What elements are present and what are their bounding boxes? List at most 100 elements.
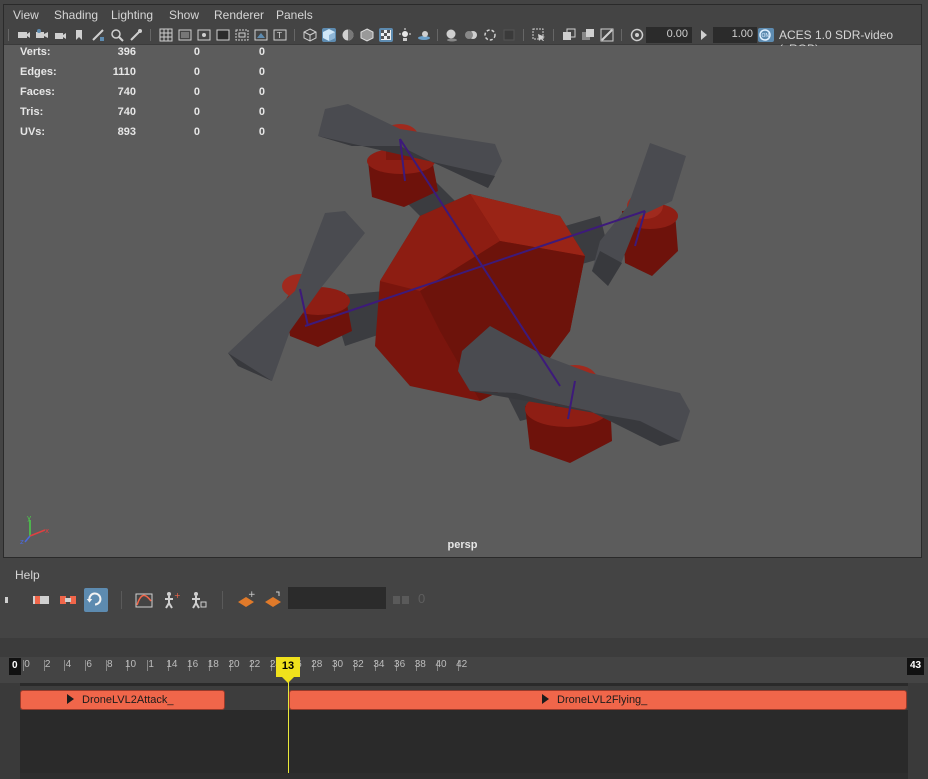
toolbar-separator (8, 29, 9, 41)
use-all-lights-icon[interactable] (398, 28, 412, 42)
toolbar-separator (294, 29, 295, 41)
clip-play-icon (67, 694, 74, 704)
ruler-tick-label: 40 (435, 659, 447, 670)
ruler-tick-label: 20 (228, 659, 240, 670)
menu-panels[interactable]: Panels (276, 8, 313, 22)
grid-icon[interactable] (159, 28, 173, 42)
trax-toolbar: + + 0 (0, 586, 928, 638)
animation-clip[interactable]: DroneLVL2Attack_ (20, 690, 225, 710)
safe-action-icon[interactable] (254, 28, 268, 42)
default-material-icon[interactable] (341, 28, 355, 42)
select-camera-icon[interactable] (17, 28, 31, 42)
bookmark-camera-icon[interactable] (53, 28, 67, 42)
menu-lighting[interactable]: Lighting (111, 8, 153, 22)
xray-active-components-icon[interactable] (600, 28, 614, 42)
animation-clip[interactable]: DroneLVL2Flying_ (289, 690, 907, 710)
field-chart-icon[interactable] (235, 28, 249, 42)
color-management-icon[interactable]: ON (758, 28, 774, 42)
3d-viewport[interactable]: Verts: 396 0 0 Edges: 1110 0 0 Faces: 74… (4, 46, 921, 557)
resolution-gate-icon[interactable] (197, 28, 211, 42)
time-ruler[interactable]: 0 43 02468101141618202224262830323436384… (0, 657, 928, 683)
xray-icon[interactable] (562, 28, 576, 42)
exposure-field[interactable]: 0.00 (646, 27, 692, 43)
exposure-icon[interactable] (630, 28, 644, 42)
bookmark-icon[interactable] (72, 28, 86, 42)
ruler-tick-label: 38 (414, 659, 426, 670)
menu-show[interactable]: Show (169, 8, 199, 22)
ghost-value-label: 0 (418, 591, 426, 606)
track-area[interactable]: DroneLVL2Attack_ DroneLVL2Flying_ (20, 683, 908, 773)
svg-text:+: + (174, 591, 181, 600)
anti-aliasing-icon[interactable] (483, 28, 497, 42)
ruler-tick-label: 6 (86, 659, 92, 670)
textured-icon[interactable] (379, 28, 393, 42)
xray-joints-icon[interactable] (581, 28, 595, 42)
cycle-icon[interactable] (84, 588, 108, 612)
y-axis-label: y (27, 516, 31, 522)
start-frame-marker[interactable]: 0 (9, 658, 21, 675)
menu-renderer[interactable]: Renderer (214, 8, 264, 22)
gamma-icon[interactable] (697, 28, 711, 42)
wireframe-on-shaded-icon[interactable] (360, 28, 374, 42)
shadows-icon[interactable] (417, 28, 431, 42)
grease-pencil-icon[interactable] (110, 28, 124, 42)
trax-timeline[interactable]: 0 43 02468101141618202224262830323436384… (0, 657, 928, 779)
track-gutter-right (908, 683, 928, 779)
character-add-icon[interactable]: + (160, 589, 182, 611)
smooth-shade-icon[interactable] (322, 28, 336, 42)
camera-name-label: persp (447, 539, 478, 551)
layer-options-icon[interactable] (262, 589, 284, 611)
z-axis-line (24, 535, 31, 543)
motion-blur-icon[interactable] (464, 28, 478, 42)
camera-attributes-icon[interactable] (35, 28, 49, 42)
current-time-indicator[interactable] (288, 675, 289, 773)
menu-view[interactable]: View (13, 8, 39, 22)
isolate-select-icon[interactable] (532, 28, 546, 42)
blend-clips-icon[interactable] (57, 589, 79, 611)
character-edit-icon[interactable] (187, 589, 209, 611)
ruler-tick-label: 8 (107, 659, 113, 670)
wireframe-icon[interactable] (303, 28, 317, 42)
film-gate-icon[interactable] (178, 28, 192, 42)
ruler-tick-label: 10 (124, 659, 137, 670)
toolbar-separator (523, 29, 524, 41)
2d-pan-zoom-icon[interactable] (129, 28, 143, 42)
gate-mask-icon[interactable] (216, 28, 230, 42)
frame-input[interactable] (288, 587, 386, 609)
screen-space-ao-icon[interactable] (445, 28, 459, 42)
clip-name: DroneLVL2Flying_ (557, 694, 648, 706)
gamma-field[interactable]: 1.00 (713, 27, 757, 43)
ruler-tick-label: 36 (394, 659, 406, 670)
ruler-tick-label: 4 (65, 659, 72, 670)
toolbar-separator (121, 591, 122, 609)
toolbar-separator (150, 29, 151, 41)
trax-menubar: Help (0, 562, 928, 586)
ruler-tick-label: 32 (352, 659, 364, 670)
panel-divider (0, 638, 928, 657)
toolbar-separator (621, 29, 622, 41)
ruler-tick-label: 16 (187, 659, 199, 670)
clip-name: DroneLVL2Attack_ (82, 694, 174, 706)
drone-model[interactable] (4, 46, 921, 557)
toolbar-separator (553, 29, 554, 41)
toolbar-handle[interactable] (0, 589, 8, 611)
menu-help[interactable]: Help (15, 568, 40, 582)
end-frame-marker[interactable]: 43 (907, 658, 925, 675)
current-frame-badge[interactable]: 13 (276, 657, 300, 683)
viewport-panel: View Shading Lighting Show Renderer Pane… (3, 4, 922, 558)
animation-track[interactable]: DroneLVL2Attack_ DroneLVL2Flying_ (20, 686, 908, 710)
safe-title-icon[interactable]: T (273, 28, 287, 42)
image-plane-icon[interactable] (91, 28, 105, 42)
depth-of-field-icon[interactable] (502, 28, 516, 42)
ruler-tick-label: 22 (249, 659, 261, 670)
ruler-tick-label: 34 (373, 659, 385, 670)
ruler-tick-label: 0 (24, 659, 30, 670)
ghost-clip-icon (390, 589, 412, 611)
x-axis-line (29, 529, 46, 537)
menu-shading[interactable]: Shading (54, 8, 98, 22)
create-clip-icon[interactable] (30, 589, 52, 611)
graph-editor-icon[interactable] (133, 589, 155, 611)
ruler-tick-label: 42 (456, 659, 468, 670)
add-layer-icon[interactable]: + (235, 589, 257, 611)
svg-text:+: + (248, 590, 256, 600)
